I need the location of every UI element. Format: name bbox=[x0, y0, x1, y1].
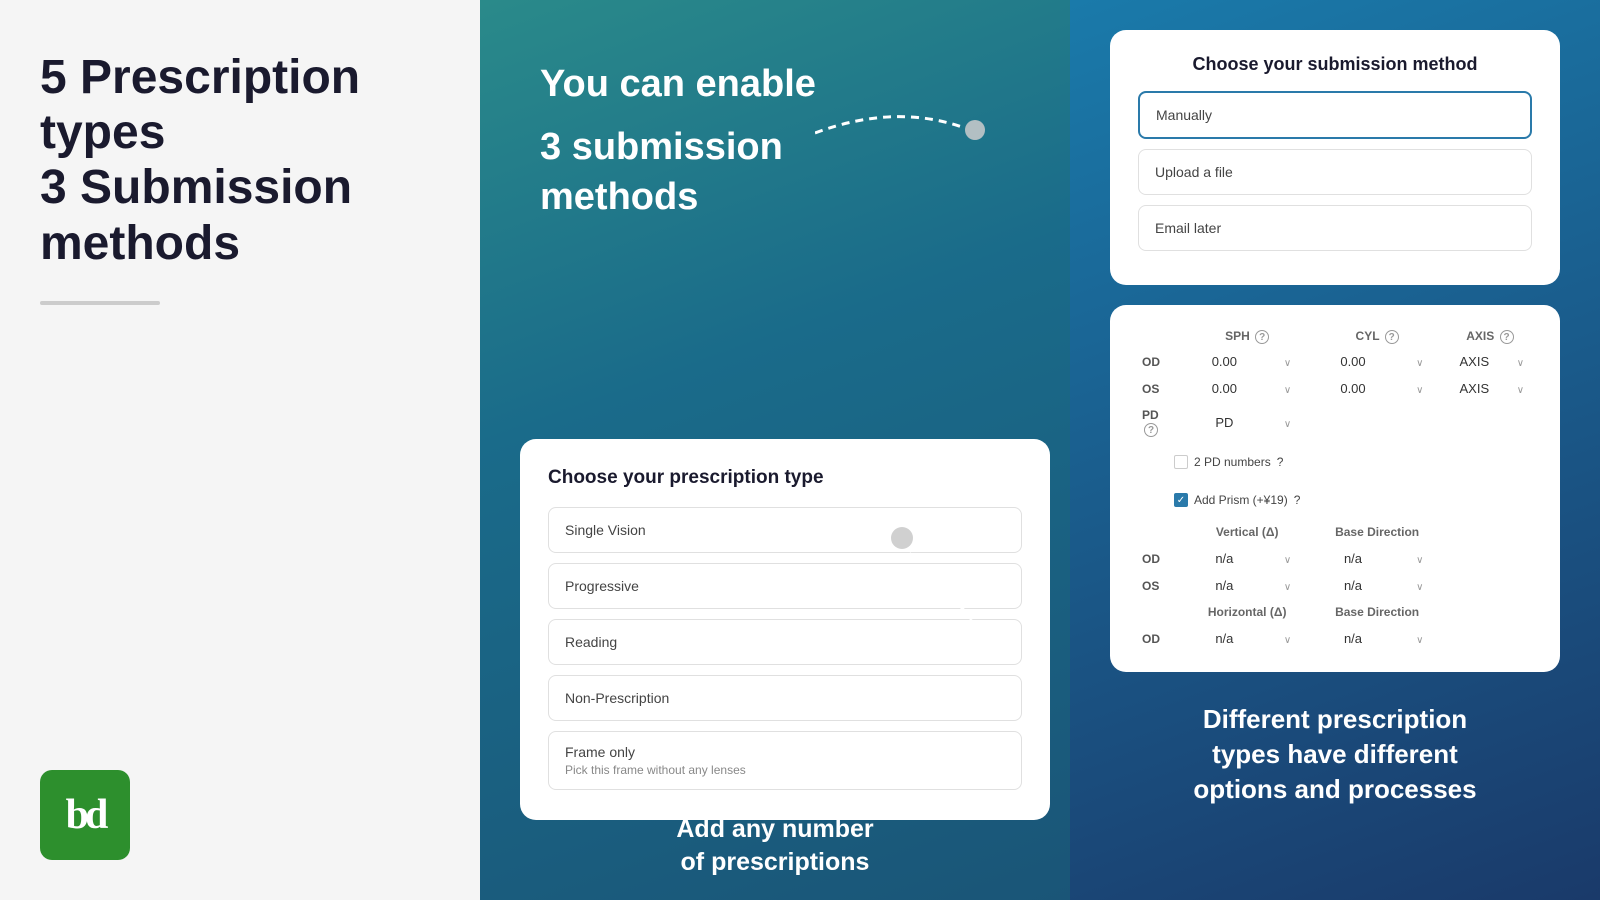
two-pd-help-icon[interactable]: ? bbox=[1277, 455, 1284, 469]
add-prism-help-icon[interactable]: ? bbox=[1294, 493, 1301, 507]
right-bottom-text: Different prescription types have differ… bbox=[1110, 692, 1560, 817]
h-od-bd-caret[interactable]: ∨ bbox=[1396, 625, 1444, 652]
prism-od-v-val: n/a bbox=[1184, 545, 1265, 572]
add-prism-checkbox[interactable]: ✓ bbox=[1174, 493, 1188, 507]
add-prescriptions-label: Add any number of prescriptions bbox=[480, 813, 1070, 881]
dashed-arrow-top-svg bbox=[815, 103, 995, 153]
h-od-label: OD bbox=[1134, 625, 1184, 652]
table-row-os: OS 0.00 ∨ 0.00 ∨ AXIS ∨ bbox=[1134, 375, 1536, 402]
submission-method-card: Choose your submission method Manually U… bbox=[1110, 30, 1560, 285]
vertical-header: Vertical (Δ) bbox=[1184, 519, 1310, 545]
prism-os-bd2-val: n/a bbox=[1310, 572, 1395, 599]
prescription-card-title: Choose your prescription type bbox=[548, 467, 1022, 489]
prism-od-bd1-caret[interactable]: ∨ bbox=[1396, 545, 1444, 572]
od-cyl-val: 0.00 bbox=[1310, 348, 1395, 375]
prism-od-v-caret[interactable]: ∨ bbox=[1265, 545, 1311, 572]
prism-os-v-caret[interactable]: ∨ bbox=[1265, 572, 1311, 599]
od-axis-val: AXIS bbox=[1444, 348, 1505, 375]
horizontal-header: Horizontal (Δ) bbox=[1184, 599, 1310, 625]
middle-heading: You can enable 3 submission methods bbox=[540, 60, 1030, 222]
od-sph-caret[interactable]: ∨ bbox=[1265, 348, 1311, 375]
prescription-table-card: SPH ? CYL ? AXIS ? OD 0.00 ∨ 0.00 ∨ AXIS… bbox=[1110, 305, 1560, 672]
od-sph-val: 0.00 bbox=[1184, 348, 1265, 375]
os-sph-val: 0.00 bbox=[1184, 375, 1265, 402]
horizontal-od-row: OD n/a ∨ n/a ∨ bbox=[1134, 625, 1536, 652]
table-row-od: OD 0.00 ∨ 0.00 ∨ AXIS ∨ bbox=[1134, 348, 1536, 375]
od-axis-caret[interactable]: ∨ bbox=[1505, 348, 1536, 375]
os-label: OS bbox=[1134, 375, 1184, 402]
prism-od-bd1-val: n/a bbox=[1310, 545, 1395, 572]
main-heading: 5 Prescription types 3 Submission method… bbox=[40, 50, 440, 271]
pd-caret[interactable]: ∨ bbox=[1265, 402, 1311, 443]
prism-os-label: OS bbox=[1134, 572, 1184, 599]
submission-item-manually[interactable]: Manually bbox=[1138, 91, 1532, 139]
prism-od-row: OD n/a ∨ n/a ∨ bbox=[1134, 545, 1536, 572]
prism-od-label: OD bbox=[1134, 545, 1184, 572]
submission-item-email[interactable]: Email later bbox=[1138, 205, 1532, 251]
axis-help-icon[interactable]: ? bbox=[1500, 330, 1514, 344]
os-axis-val: AXIS bbox=[1444, 375, 1505, 402]
table-row-pd: PD ? PD ∨ bbox=[1134, 402, 1536, 443]
h-od-bd-val: n/a bbox=[1310, 625, 1395, 652]
prism-os-bd2-caret[interactable]: ∨ bbox=[1396, 572, 1444, 599]
sph-help-icon[interactable]: ? bbox=[1255, 330, 1269, 344]
base-dir-header-1: Base Direction bbox=[1310, 519, 1444, 545]
two-pd-checkbox-row: 2 PD numbers ? bbox=[1174, 455, 1528, 469]
prism-os-v-val: n/a bbox=[1184, 572, 1265, 599]
base-dir-header-2: Base Direction bbox=[1310, 599, 1444, 625]
sph-header: SPH ? bbox=[1184, 325, 1310, 348]
cyl-help-icon[interactable]: ? bbox=[1385, 330, 1399, 344]
od-label: OD bbox=[1134, 348, 1184, 375]
cyl-header: CYL ? bbox=[1310, 325, 1444, 348]
pd-row-label: PD ? bbox=[1134, 402, 1184, 443]
h-od-h-caret[interactable]: ∨ bbox=[1265, 625, 1311, 652]
two-pd-checkbox[interactable] bbox=[1174, 455, 1188, 469]
left-panel: 5 Prescription types 3 Submission method… bbox=[0, 0, 480, 900]
middle-panel: You can enable 3 submission methods Choo… bbox=[480, 0, 1070, 900]
rx-item-frame-only[interactable]: Frame only Pick this frame without any l… bbox=[548, 731, 1022, 790]
h-od-h-val: n/a bbox=[1184, 625, 1265, 652]
add-prism-label: Add Prism (+¥19) bbox=[1194, 493, 1288, 507]
prism-header-row: Vertical (Δ) Base Direction bbox=[1134, 519, 1536, 545]
logo: bd bbox=[40, 770, 130, 860]
pd-help-icon[interactable]: ? bbox=[1144, 423, 1158, 437]
dashed-arrow-bottom-svg bbox=[880, 520, 1000, 640]
submission-card-title: Choose your submission method bbox=[1138, 54, 1532, 75]
horizontal-header-row: Horizontal (Δ) Base Direction bbox=[1134, 599, 1536, 625]
middle-heading-area: You can enable 3 submission methods bbox=[480, 0, 1070, 252]
right-panel: Choose your submission method Manually U… bbox=[1070, 0, 1600, 900]
two-pd-row: 2 PD numbers ? bbox=[1134, 443, 1536, 481]
submission-item-upload[interactable]: Upload a file bbox=[1138, 149, 1532, 195]
add-prism-checkbox-row: ✓ Add Prism (+¥19) ? bbox=[1174, 493, 1528, 507]
prescription-table: SPH ? CYL ? AXIS ? OD 0.00 ∨ 0.00 ∨ AXIS… bbox=[1134, 325, 1536, 652]
od-cyl-caret[interactable]: ∨ bbox=[1396, 348, 1444, 375]
left-panel-top: 5 Prescription types 3 Submission method… bbox=[40, 50, 440, 305]
os-sph-caret[interactable]: ∨ bbox=[1265, 375, 1311, 402]
os-axis-caret[interactable]: ∨ bbox=[1505, 375, 1536, 402]
axis-header: AXIS ? bbox=[1444, 325, 1536, 348]
two-pd-label: 2 PD numbers bbox=[1194, 455, 1271, 469]
os-cyl-val: 0.00 bbox=[1310, 375, 1395, 402]
prism-os-row: OS n/a ∨ n/a ∨ bbox=[1134, 572, 1536, 599]
rx-item-non-prescription[interactable]: Non-Prescription bbox=[548, 675, 1022, 721]
add-prism-row: ✓ Add Prism (+¥19) ? bbox=[1134, 481, 1536, 519]
pd-val: PD bbox=[1184, 402, 1265, 443]
os-cyl-caret[interactable]: ∨ bbox=[1396, 375, 1444, 402]
divider bbox=[40, 301, 160, 305]
logo-icon: bd bbox=[66, 791, 105, 839]
